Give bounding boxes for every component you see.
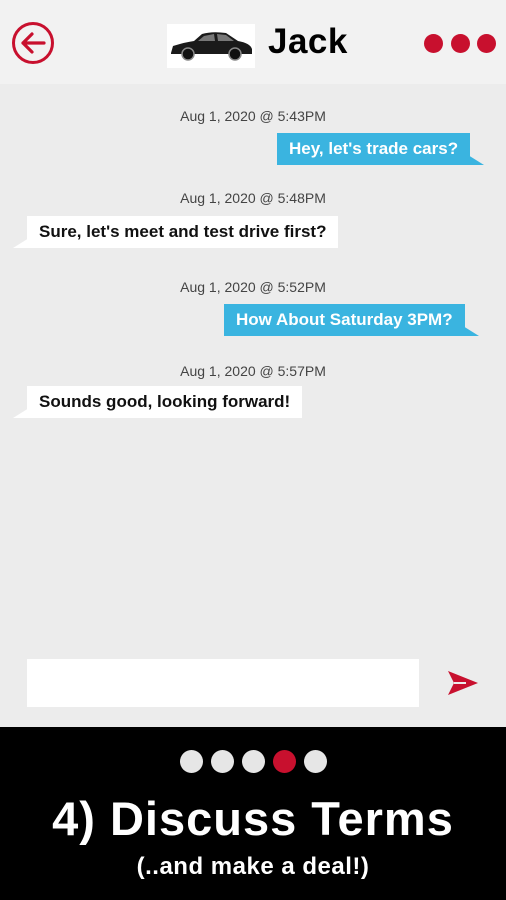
arrow-left-icon [21,32,46,54]
message-composer [0,650,506,720]
promo-title: 4) Discuss Terms [52,792,454,845]
back-button[interactable] [12,22,54,64]
page-dot-active[interactable] [272,750,296,773]
contact-name: Jack [268,22,348,61]
page-dot[interactable] [210,750,234,773]
chat-screen: Jack Aug 1, 2020 @ 5:43PM Hey, let's tra… [0,0,506,727]
page-dot[interactable] [241,750,265,773]
message-timestamp: Aug 1, 2020 @ 5:48PM [180,190,326,206]
message-timestamp: Aug 1, 2020 @ 5:57PM [180,363,326,379]
message-thread[interactable]: Aug 1, 2020 @ 5:43PM Hey, let's trade ca… [0,84,506,644]
car-icon [171,32,252,61]
more-dot-icon [477,33,496,53]
more-dot-icon [424,33,443,53]
contact-avatar-car [167,24,255,68]
chat-header: Jack [0,0,506,84]
more-dot-icon [450,33,470,53]
send-button[interactable] [446,669,482,699]
outgoing-message[interactable]: Hey, let's trade cars? [277,133,485,165]
incoming-message[interactable]: Sounds good, looking forward! [12,386,303,418]
page-dot[interactable] [303,750,327,773]
outgoing-message[interactable]: How About Saturday 3PM? [224,304,479,336]
message-timestamp: Aug 1, 2020 @ 5:43PM [180,108,326,124]
message-input[interactable] [27,659,419,707]
page-indicator [0,750,506,773]
message-timestamp: Aug 1, 2020 @ 5:52PM [180,279,326,295]
send-icon [448,671,478,695]
page-dot[interactable] [179,750,203,773]
promo-subtitle: (..and make a deal!) [136,853,370,880]
incoming-message[interactable]: Sure, let's meet and test drive first? [12,216,339,248]
promo-banner: 4) Discuss Terms (..and make a deal!) [0,727,506,900]
more-options-button[interactable] [424,33,496,53]
